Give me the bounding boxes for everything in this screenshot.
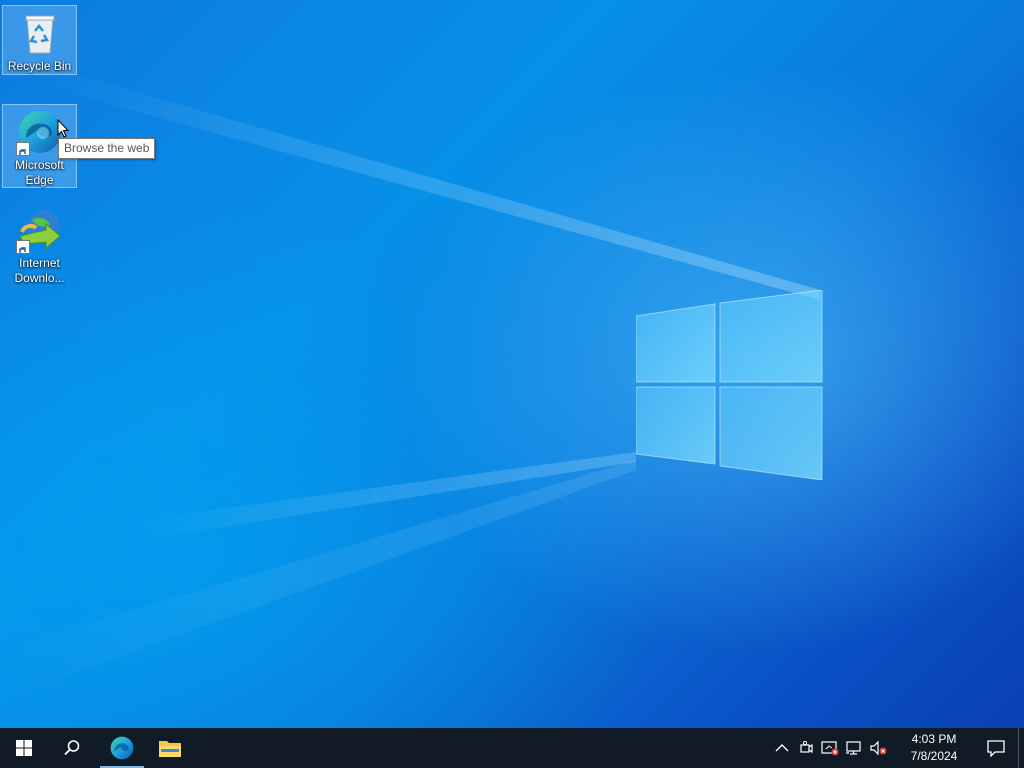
action-center-button[interactable] <box>974 728 1018 768</box>
tray-network[interactable] <box>842 728 866 768</box>
desktop-icon-label: Recycle Bin <box>7 59 72 73</box>
tooltip: Browse the web <box>58 138 156 159</box>
start-icon <box>16 740 32 756</box>
desktop-icon-label: Internet Downlo... <box>14 256 65 285</box>
desktop-icon-internet-download-manager[interactable]: Internet Downlo... <box>2 202 77 288</box>
desktop[interactable]: Recycle Bin Microsoft Edge Internet Down… <box>0 0 1024 728</box>
search-icon <box>64 740 80 756</box>
internet-download-manager-icon <box>15 206 64 254</box>
clock-date: 7/8/2024 <box>910 749 958 763</box>
desktop-icon-recycle-bin[interactable]: Recycle Bin <box>2 5 77 75</box>
meet-now-icon <box>800 740 813 754</box>
start-button[interactable] <box>0 728 48 768</box>
recycle-bin-icon <box>16 9 64 57</box>
clock[interactable]: 4:03 PM 7/8/2024 <box>894 731 974 765</box>
mouse-cursor-icon <box>57 119 69 138</box>
shortcut-arrow-icon <box>15 240 30 254</box>
volume-muted-icon <box>870 740 887 756</box>
show-hidden-icons-button[interactable] <box>770 728 794 768</box>
taskbar: 4:03 PM 7/8/2024 <box>0 728 1024 768</box>
shortcut-arrow-icon <box>15 142 30 156</box>
security-icon <box>821 741 839 756</box>
system-tray: 4:03 PM 7/8/2024 <box>770 728 1024 768</box>
desktop-icon-label: Microsoft Edge <box>15 158 64 187</box>
edge-icon <box>110 736 134 760</box>
folder-icon <box>159 741 181 757</box>
taskbar-app-edge[interactable] <box>98 728 146 768</box>
action-center-icon <box>987 740 1005 757</box>
chevron-up-icon <box>775 744 789 752</box>
clock-time: 4:03 PM <box>911 732 957 746</box>
tray-meet-now[interactable] <box>794 728 818 768</box>
windows-logo-wallpaper <box>636 290 823 480</box>
tray-security[interactable] <box>818 728 842 768</box>
wallpaper-light-beams <box>0 70 820 700</box>
show-desktop-button[interactable] <box>1018 728 1024 768</box>
tray-volume[interactable] <box>866 728 890 768</box>
search-button[interactable] <box>48 728 96 768</box>
network-icon <box>846 741 861 755</box>
taskbar-app-file-explorer[interactable] <box>146 728 194 768</box>
